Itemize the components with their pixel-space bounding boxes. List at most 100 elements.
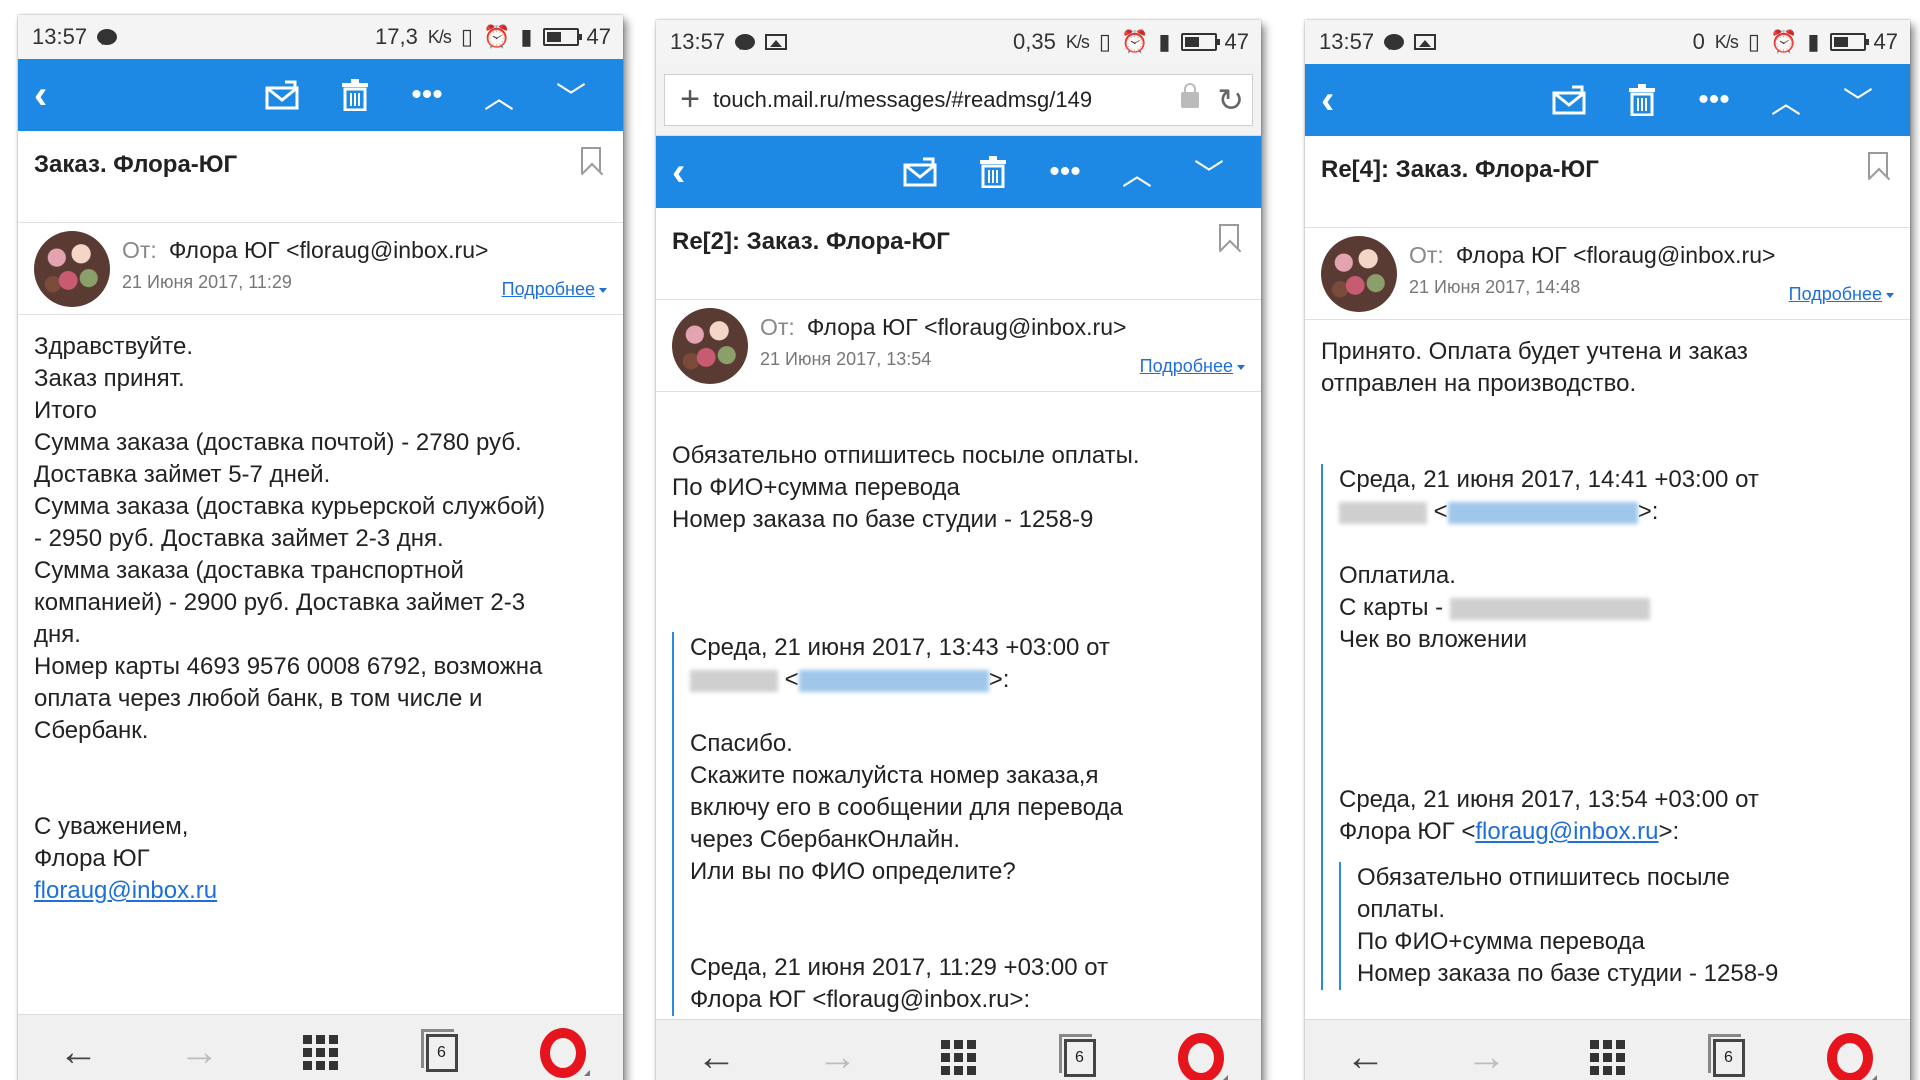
mail-toolbar: ‹ ••• ︿ ﹀ xyxy=(18,59,623,131)
opera-menu-icon[interactable] xyxy=(523,1023,603,1080)
back-arrow-icon[interactable]: ← xyxy=(677,1028,757,1080)
previous-icon[interactable]: ︿ xyxy=(1750,78,1822,122)
quote-text: Спасибо. Скажите пожалуйста номер заказа… xyxy=(690,730,1123,885)
battery-level: 47 xyxy=(1873,29,1898,54)
previous-icon[interactable]: ︿ xyxy=(1101,150,1173,194)
back-icon[interactable]: ‹ xyxy=(1321,78,1381,123)
reload-icon[interactable]: ↻ xyxy=(1217,81,1244,119)
spam-envelope-icon[interactable] xyxy=(885,157,957,187)
avatar xyxy=(1321,236,1397,312)
bookmark-icon[interactable] xyxy=(1868,152,1888,178)
quote-sender-link[interactable]: floraug@inbox.ru xyxy=(1475,818,1658,845)
screenshot-1: 13:57 17,3 K/s ▯ ⏰ ▮ 47 ‹ ••• ︿ ﹀ Заказ.… xyxy=(18,15,623,1080)
quote-sender: < >: xyxy=(1339,496,1894,528)
details-link[interactable]: Подробнее xyxy=(502,279,607,300)
bookmark-icon[interactable] xyxy=(1219,224,1239,250)
next-icon[interactable]: ﹀ xyxy=(1822,78,1894,122)
opera-menu-icon[interactable] xyxy=(1161,1028,1241,1080)
subject-text: Re[2]: Заказ. Флора-ЮГ xyxy=(672,228,950,255)
alarm-icon: ⏰ xyxy=(1770,29,1798,54)
browser-nav-bar: ← → 6 xyxy=(656,1019,1261,1080)
redacted-email xyxy=(798,669,989,692)
network-rate: 17,3 xyxy=(375,24,418,49)
subject-text: Заказ. Флора-ЮГ xyxy=(34,151,238,178)
body-text: Принято. Оплата будет учтена и заказ отп… xyxy=(1321,338,1748,397)
message-body: Здравствуйте. Заказ принят. Итого Сумма … xyxy=(18,315,623,907)
status-bar: 13:57 17,3 K/s ▯ ⏰ ▮ 47 xyxy=(18,15,623,59)
status-time: 13:57 xyxy=(670,29,726,54)
trash-icon[interactable] xyxy=(957,156,1029,188)
quote-header: Среда, 21 июня 2017, 14:41 +03:00 от xyxy=(1339,466,1759,493)
signal-icon: ▮ xyxy=(1807,29,1820,54)
battery-icon xyxy=(1829,33,1869,51)
battery-icon xyxy=(1180,33,1220,51)
tabs-icon[interactable]: 6 xyxy=(402,1023,482,1080)
more-icon[interactable]: ••• xyxy=(391,78,463,112)
forward-arrow-icon[interactable]: → xyxy=(160,1023,240,1080)
next-icon[interactable]: ﹀ xyxy=(1173,150,1245,194)
opera-menu-icon[interactable] xyxy=(1810,1028,1890,1080)
chat-notification-icon xyxy=(97,29,118,45)
quote-sender-2: Флора ЮГ <floraug@inbox.ru>: xyxy=(1339,818,1680,845)
bookmark-icon[interactable] xyxy=(581,147,601,173)
tabs-icon[interactable]: 6 xyxy=(1040,1028,1120,1080)
from-label: От: xyxy=(1409,242,1444,268)
url-text[interactable]: touch.mail.ru/messages/#readmsg/149 xyxy=(713,87,1171,113)
speed-dial-icon[interactable] xyxy=(281,1023,361,1080)
screenshot-2: 13:57 0,35 K/s ▯ ⏰ ▮ 47 + touch.mail.ru/… xyxy=(656,20,1261,1080)
back-arrow-icon[interactable]: ← xyxy=(1326,1028,1406,1080)
details-link[interactable]: Подробнее xyxy=(1789,284,1894,305)
trash-icon[interactable] xyxy=(1606,84,1678,116)
message-body: Принято. Оплата будет учтена и заказ отп… xyxy=(1305,320,1910,990)
details-link[interactable]: Подробнее xyxy=(1140,356,1245,377)
mail-toolbar: ‹ ••• ︿ ﹀ xyxy=(656,136,1261,208)
message-body: Обязательно отпишитесь посыле оплаты. По… xyxy=(656,392,1261,1016)
spam-envelope-icon[interactable] xyxy=(1534,85,1606,115)
status-bar: 13:57 0,35 K/s ▯ ⏰ ▮ 47 xyxy=(656,20,1261,64)
status-time: 13:57 xyxy=(32,24,88,49)
mail-toolbar: ‹ ••• ︿ ﹀ xyxy=(1305,64,1910,136)
status-time: 13:57 xyxy=(1319,29,1375,54)
url-field[interactable]: + touch.mail.ru/messages/#readmsg/149 ↻ xyxy=(664,73,1253,126)
browser-nav-bar: ← → 6 xyxy=(18,1014,623,1080)
speed-dial-icon[interactable] xyxy=(919,1028,999,1080)
previous-icon[interactable]: ︿ xyxy=(463,73,535,117)
sender-block: От: Флора ЮГ <floraug@inbox.ru> 21 Июня 2… xyxy=(1305,228,1910,320)
message-subject: Re[2]: Заказ. Флора-ЮГ xyxy=(656,208,1261,300)
battery-icon xyxy=(542,28,582,46)
signal-icon: ▮ xyxy=(520,24,533,49)
more-icon[interactable]: ••• xyxy=(1029,155,1101,189)
signature-email-link[interactable]: floraug@inbox.ru xyxy=(34,877,217,904)
vibrate-icon: ▯ xyxy=(460,24,473,49)
vibrate-icon: ▯ xyxy=(1747,29,1760,54)
next-icon[interactable]: ﹀ xyxy=(535,73,607,117)
image-notification-icon xyxy=(765,34,788,50)
forward-arrow-icon[interactable]: → xyxy=(1447,1028,1527,1080)
from-address: Флора ЮГ <floraug@inbox.ru> xyxy=(168,237,489,263)
redacted-email xyxy=(1447,501,1638,524)
chat-notification-icon xyxy=(1384,34,1405,50)
trash-icon[interactable] xyxy=(319,79,391,111)
from-label: От: xyxy=(122,237,157,263)
alarm-icon: ⏰ xyxy=(1121,29,1149,54)
more-icon[interactable]: ••• xyxy=(1678,83,1750,117)
signal-icon: ▮ xyxy=(1158,29,1171,54)
forward-arrow-icon[interactable]: → xyxy=(798,1028,878,1080)
spam-envelope-icon[interactable] xyxy=(247,80,319,110)
message-subject: Заказ. Флора-ЮГ xyxy=(18,131,623,223)
speed-dial-icon[interactable] xyxy=(1568,1028,1648,1080)
quote-text: Оплатила. xyxy=(1339,562,1456,589)
back-arrow-icon[interactable]: ← xyxy=(39,1023,119,1080)
alarm-icon: ⏰ xyxy=(483,24,511,49)
network-rate-unit: K/s xyxy=(427,26,452,47)
back-icon[interactable]: ‹ xyxy=(34,73,94,118)
body-text: Здравствуйте. Заказ принят. Итого Сумма … xyxy=(34,333,546,744)
redacted-card xyxy=(1449,597,1650,620)
tabs-icon[interactable]: 6 xyxy=(1689,1028,1769,1080)
quote-sender-2: Флора ЮГ <floraug@inbox.ru>: xyxy=(690,986,1031,1013)
back-icon[interactable]: ‹ xyxy=(672,150,732,195)
network-rate-unit: K/s xyxy=(1065,31,1090,52)
quote-header-2: Среда, 21 июня 2017, 13:54 +03:00 от xyxy=(1339,786,1759,813)
plus-icon[interactable]: + xyxy=(673,80,707,119)
redacted-name xyxy=(690,669,778,692)
